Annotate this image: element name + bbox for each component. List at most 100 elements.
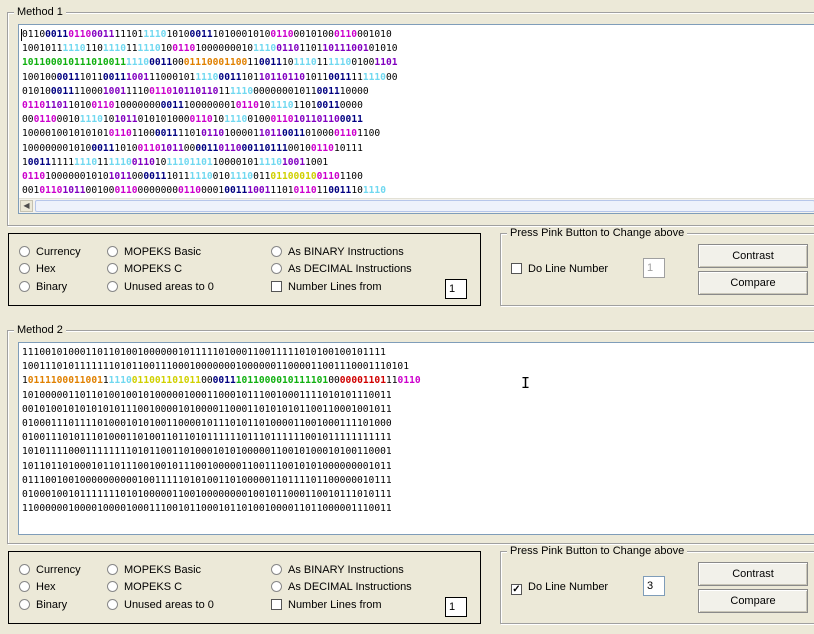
option-hex[interactable]: Hex xyxy=(19,262,56,276)
press-group-1: Press Pink Button to Change above Do Lin… xyxy=(500,227,814,306)
option-hex[interactable]: Hex xyxy=(19,580,56,594)
radio-icon[interactable] xyxy=(107,564,118,575)
binary-segment: 1001 xyxy=(282,156,306,168)
do-line-number-option[interactable]: ✓ Do Line Number xyxy=(511,580,608,595)
option-binary[interactable]: Binary xyxy=(19,598,67,612)
binary-segment: 1011 xyxy=(281,375,306,387)
radio-icon[interactable] xyxy=(19,281,30,292)
binary-segment: 0110 xyxy=(333,128,358,140)
binary-segment: 0011 xyxy=(160,99,184,111)
checkbox-icon[interactable] xyxy=(271,599,282,610)
radio-icon[interactable] xyxy=(19,564,30,575)
binary-segment: 00100 xyxy=(85,185,115,197)
option-number-lines[interactable]: Number Lines from xyxy=(271,598,382,612)
method-2-binary-view[interactable]: 1110010100011011010010000001011111010001… xyxy=(18,342,814,535)
option-as-binary[interactable]: As BINARY Instructions xyxy=(271,563,404,577)
binary-segment: 0011 xyxy=(328,71,352,83)
contrast-button[interactable]: Contrast xyxy=(698,562,808,586)
radio-icon[interactable] xyxy=(107,599,118,610)
binary-segment: 10 xyxy=(114,99,126,111)
binary-segment: 0010100101010101011100100001010000110001… xyxy=(22,403,392,415)
binary-segment: 00 xyxy=(201,375,213,387)
radio-icon[interactable] xyxy=(107,263,118,274)
binary-segment: 0110 xyxy=(270,170,294,182)
binary-segment: 00 xyxy=(131,170,144,182)
checkbox-icon[interactable] xyxy=(271,281,282,292)
binary-segment: 0110 xyxy=(177,185,202,197)
binary-segment: 0011 xyxy=(143,170,167,182)
binary-segment: 11 xyxy=(385,375,398,387)
binary-segment: 1110 xyxy=(230,85,254,97)
option-currency[interactable]: Currency xyxy=(19,245,81,259)
binary-segment: 0110 xyxy=(316,170,340,182)
binary-line: 0010110101100100011000000000110000100111… xyxy=(22,184,398,198)
checkbox-checked-icon[interactable]: ✓ xyxy=(511,584,522,595)
binary-segment: 0100 xyxy=(247,114,271,126)
binary-segment: 0110 xyxy=(235,99,259,111)
binary-segment: 1011 xyxy=(172,85,196,97)
number-lines-from-input[interactable]: 1 xyxy=(445,279,467,299)
line-number-input[interactable]: 3 xyxy=(643,576,665,596)
binary-segment: 0110 xyxy=(218,142,242,154)
option-unused-areas[interactable]: Unused areas to 0 xyxy=(107,598,214,612)
radio-icon[interactable] xyxy=(19,263,30,274)
binary-segment: 011 xyxy=(253,170,271,182)
option-binary[interactable]: Binary xyxy=(19,280,67,294)
radio-icon[interactable] xyxy=(107,246,118,257)
binary-segment: 1011 xyxy=(322,43,346,55)
binary-segment: 100100 xyxy=(22,71,57,83)
radio-icon[interactable] xyxy=(271,246,282,257)
binary-segment: 0011 xyxy=(316,99,340,111)
option-mopeks-basic[interactable]: MOPEKS Basic xyxy=(107,563,201,577)
binary-segment: 1101 xyxy=(45,99,69,111)
binary-segment: 0100010010111111101010000011001000000001… xyxy=(22,488,392,500)
checkbox-icon[interactable] xyxy=(511,263,522,274)
binary-segment: 1110 xyxy=(108,375,132,387)
binary-segment: 0110 xyxy=(281,71,306,83)
method-1-hscroll[interactable]: ◀ xyxy=(19,198,814,213)
binary-segment: 1110 xyxy=(362,185,386,197)
option-unused-areas[interactable]: Unused areas to 0 xyxy=(107,280,214,294)
binary-segment: 10000 xyxy=(339,85,369,97)
compare-button[interactable]: Compare xyxy=(698,589,808,613)
scroll-left-icon[interactable]: ◀ xyxy=(20,200,33,212)
radio-icon[interactable] xyxy=(107,581,118,592)
binary-line: 1100000010000100001000111001011000101101… xyxy=(22,502,421,516)
radio-icon[interactable] xyxy=(271,564,282,575)
contrast-button[interactable]: Contrast xyxy=(698,244,808,268)
binary-segment: 0011 xyxy=(218,71,242,83)
radio-icon[interactable] xyxy=(19,581,30,592)
binary-segment: 0000000 xyxy=(137,185,178,197)
binary-segment: 010101000 xyxy=(137,114,190,126)
method-1-binary-view[interactable]: 0110001101100011111011110101000111010001… xyxy=(18,24,814,214)
binary-segment: 0011 xyxy=(339,114,363,126)
press-group-2-title: Press Pink Button to Change above xyxy=(507,545,688,558)
number-lines-from-input[interactable]: 1 xyxy=(445,597,467,617)
radio-icon[interactable] xyxy=(271,263,282,274)
do-line-number-option[interactable]: Do Line Number xyxy=(511,262,608,276)
radio-icon[interactable] xyxy=(271,581,282,592)
binary-segment: 1110 xyxy=(143,29,167,40)
line-number-input[interactable]: 1 xyxy=(643,258,665,278)
option-as-decimal[interactable]: As DECIMAL Instructions xyxy=(271,580,412,594)
radio-icon[interactable] xyxy=(107,281,118,292)
binary-segment: 1111 xyxy=(50,156,74,168)
option-number-lines[interactable]: Number Lines from xyxy=(271,280,382,294)
binary-segment: 10 xyxy=(351,185,363,197)
binary-segment: 1011 xyxy=(108,170,132,182)
radio-icon[interactable] xyxy=(19,599,30,610)
option-mopeks-c[interactable]: MOPEKS C xyxy=(107,580,182,594)
option-mopeks-c[interactable]: MOPEKS C xyxy=(107,262,182,276)
scroll-thumb[interactable] xyxy=(35,200,814,212)
option-mopeks-basic[interactable]: MOPEKS Basic xyxy=(107,245,201,259)
compare-button[interactable]: Compare xyxy=(698,271,808,295)
binary-segment: 0110 xyxy=(316,114,340,126)
option-as-decimal[interactable]: As DECIMAL Instructions xyxy=(271,262,412,276)
radio-icon[interactable] xyxy=(19,246,30,257)
press-group-1-title: Press Pink Button to Change above xyxy=(507,227,688,240)
binary-segment: 0110 xyxy=(131,375,155,387)
option-as-binary[interactable]: As BINARY Instructions xyxy=(271,245,404,259)
binary-segment: 1011 xyxy=(258,128,282,140)
option-currency[interactable]: Currency xyxy=(19,563,81,577)
binary-segment: 1011 xyxy=(258,71,282,83)
